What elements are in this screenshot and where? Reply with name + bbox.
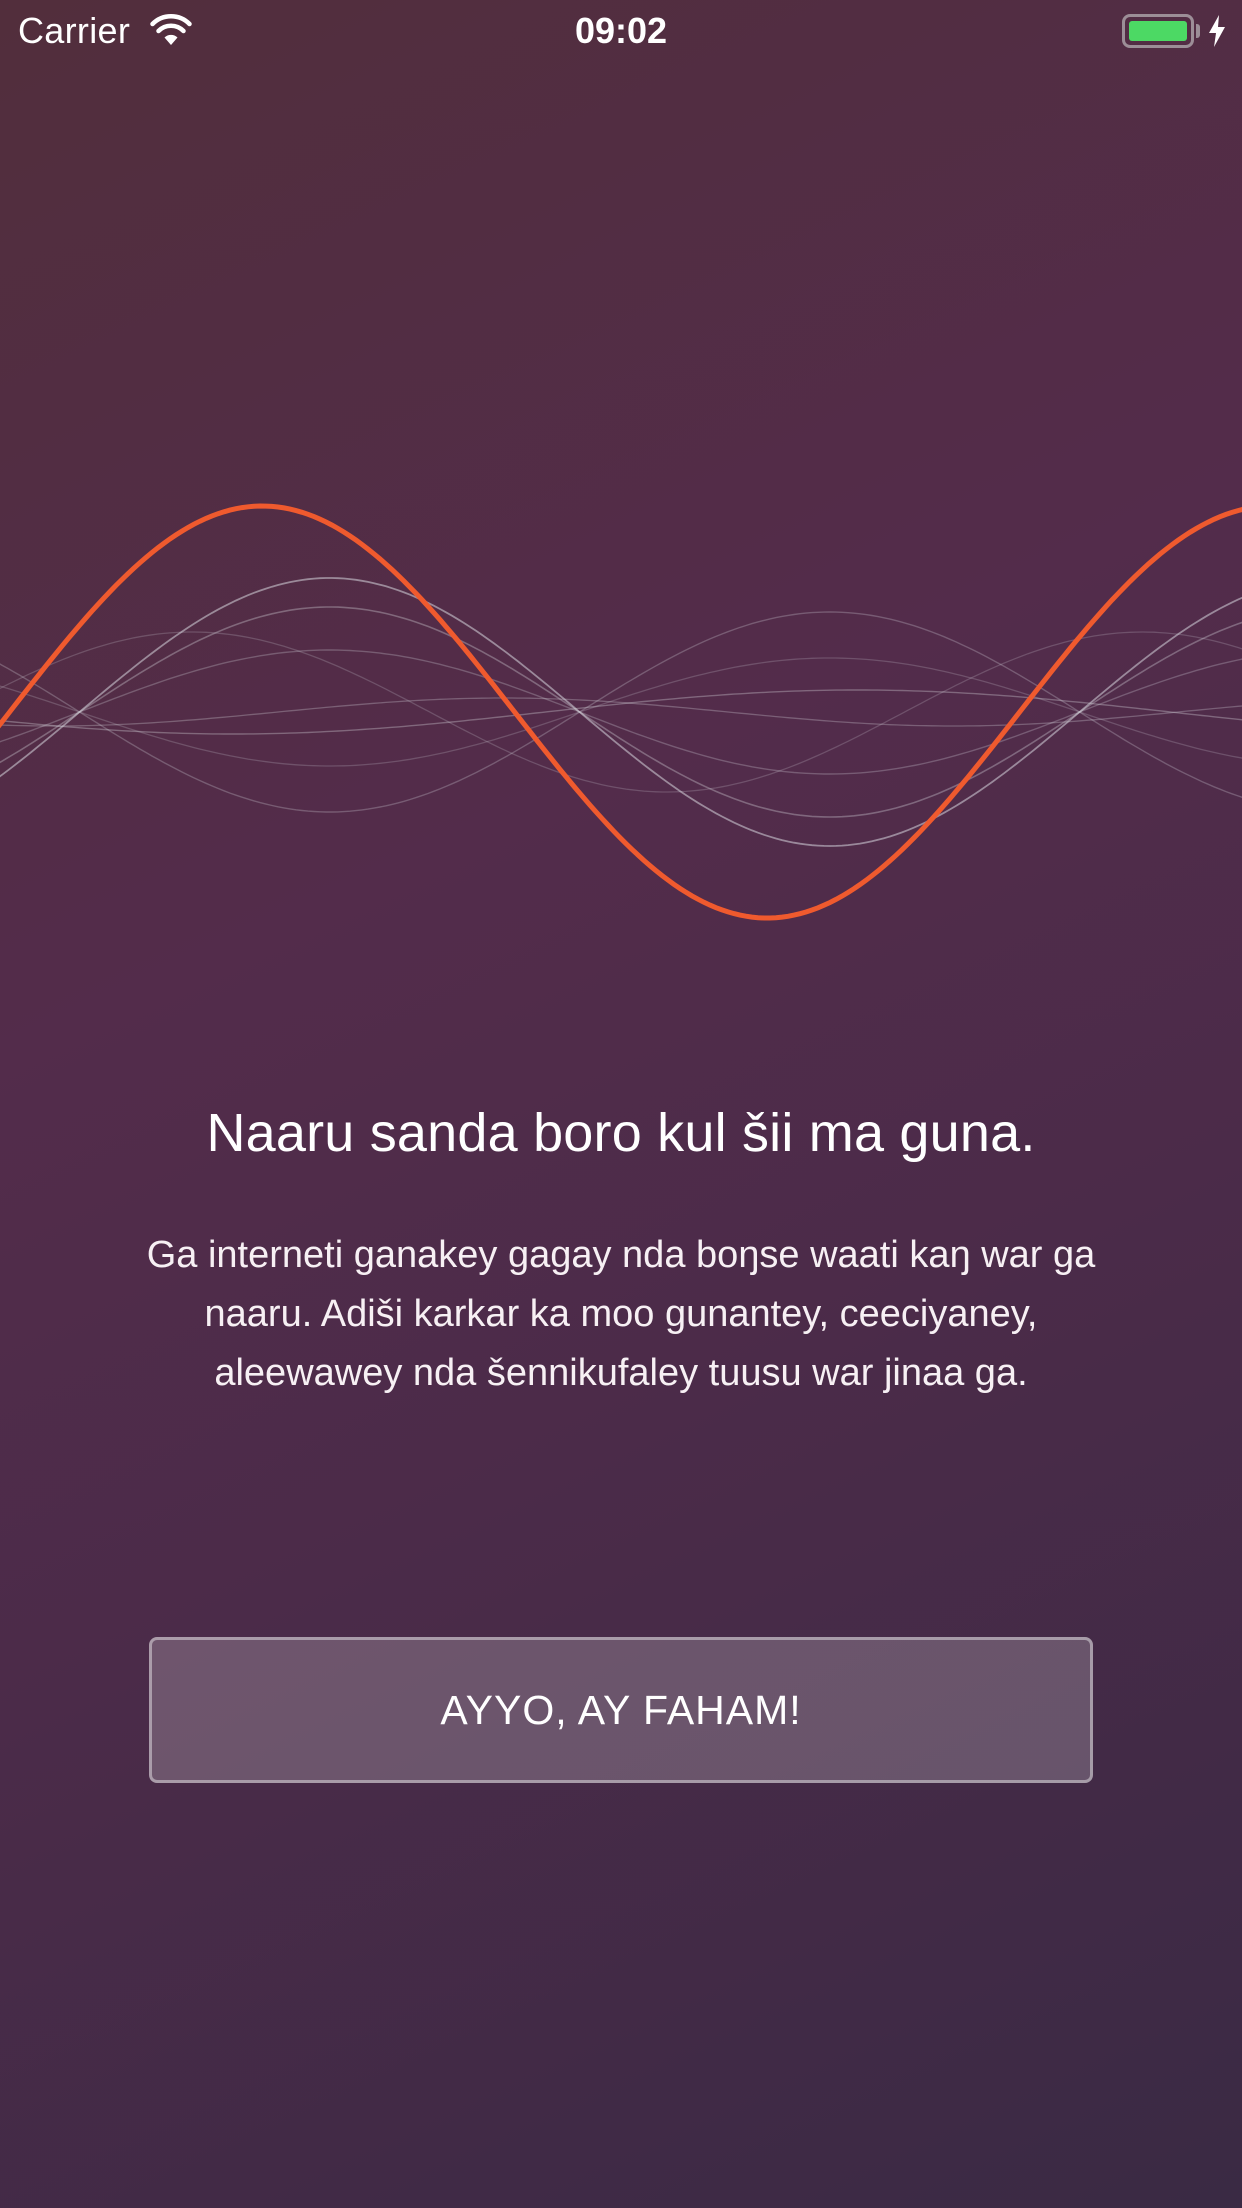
sound-wave-illustration <box>0 503 1242 921</box>
wave-line-2 <box>0 606 1242 818</box>
clock: 09:02 <box>574 10 668 51</box>
status-bar: Carrier 09:02 <box>0 0 1242 62</box>
description-text: Ga interneti ganakey gagay nda boŋse waa… <box>146 1234 1096 1394</box>
battery-terminal <box>1196 24 1200 38</box>
battery-level <box>1129 21 1187 41</box>
confirm-button[interactable]: AYYO, AY FAHAM! <box>149 1637 1093 1783</box>
wave-line-6 <box>0 631 1242 793</box>
page-title: Naaru sanda boro kul šii ma guna. <box>206 1103 1036 1163</box>
wave-line-4 <box>0 611 1242 813</box>
wave-line-highlight <box>0 503 1242 921</box>
wave-line-1 <box>0 577 1242 847</box>
charging-bolt-icon <box>1209 15 1225 47</box>
battery-icon <box>1122 14 1194 48</box>
